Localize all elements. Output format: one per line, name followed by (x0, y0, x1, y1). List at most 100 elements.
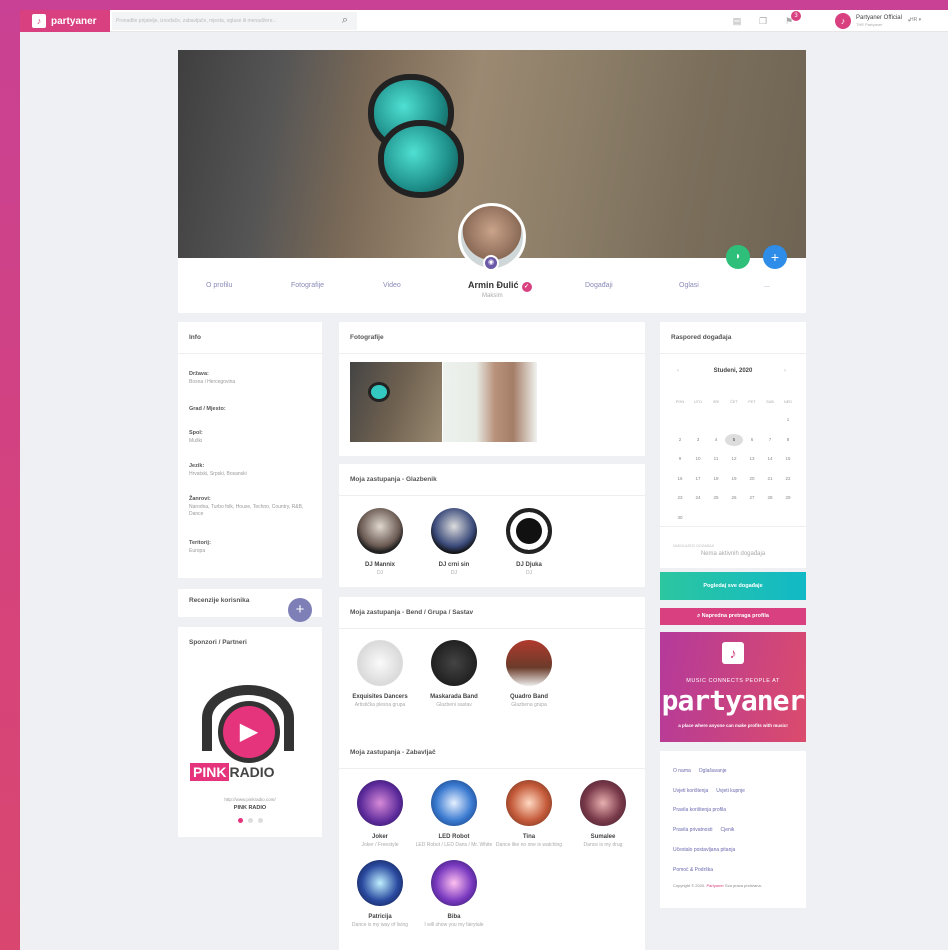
calendar-day[interactable]: 9 (671, 453, 689, 465)
calendar-day[interactable]: 28 (761, 492, 779, 504)
entertainer-avatar (357, 780, 403, 826)
calendar-day[interactable]: 5 (725, 433, 743, 446)
entertainer-item[interactable]: Joker Joker / Freestyle (341, 780, 419, 849)
footer-link[interactable]: Pravila privatnosti (673, 827, 712, 833)
tab-photos[interactable]: Fotografije (291, 282, 324, 289)
rss-follow-button[interactable]: ◗ (726, 245, 750, 269)
tab-more[interactable]: ... (764, 282, 770, 289)
logo-radio-text: RADIO (229, 764, 275, 780)
weekday-label: ČET (730, 400, 738, 404)
band-item[interactable]: Exquisites Dancers Artistička plesna grup… (341, 640, 419, 709)
info-city-label: Grad / Mjesto: (189, 406, 226, 412)
footer-link[interactable]: Pomoć & Podrška (673, 867, 713, 873)
musicians-title: Moja zastupanja - Glazbenik (339, 464, 645, 496)
calendar-day[interactable]: 18 (707, 473, 725, 485)
calendar-day[interactable]: 14 (761, 453, 779, 465)
tab-video[interactable]: Video (383, 282, 401, 289)
calendar-day[interactable]: 29 (779, 492, 797, 504)
calendar-day[interactable]: 17 (689, 473, 707, 485)
calendar-day[interactable]: 15 (779, 453, 797, 465)
calendar-day[interactable]: 2 (671, 434, 689, 446)
calendar-day[interactable]: 23 (671, 492, 689, 504)
band-item[interactable]: Maskarada Band Glazbeni sastav (415, 640, 493, 709)
partyaner-promo-banner[interactable]: ♪ MUSIC CONNECTS PEOPLE AT partyaner a p… (660, 632, 806, 742)
app-window: ♪ partyaner Pronađite prijatelje, izvođač… (20, 10, 948, 950)
messages-icon[interactable]: ❐ (757, 15, 769, 27)
footer-link[interactable]: Uvjeti korištenja (673, 788, 708, 794)
footer-link[interactable]: Oglašavanje (699, 768, 727, 774)
calendar-day[interactable]: 20 (743, 473, 761, 485)
calendar-day[interactable]: 1 (779, 414, 797, 426)
calendar-day[interactable]: 6 (743, 434, 761, 446)
advanced-search-button[interactable]: ⌕ Napredna pretraga profila (660, 608, 806, 625)
entertainer-role: Joker / Freestyle (361, 842, 399, 848)
add-review-button[interactable]: + (288, 598, 312, 622)
band-item[interactable]: Quadro Band Glazbena grupa (490, 640, 568, 709)
info-territory-value: Europa (189, 548, 206, 554)
entertainer-item[interactable]: Tina Dance like no one is watching (490, 780, 568, 849)
brand-logo[interactable]: ♪ partyaner (20, 10, 110, 32)
entertainer-item[interactable]: Sumalee Dance is my drug (564, 780, 642, 849)
camera-icon[interactable]: ◉ (483, 255, 499, 271)
calendar-day[interactable]: 3 (689, 434, 707, 446)
pink-radio-logo[interactable]: ▶ PINK RADIO (188, 677, 308, 792)
footer-link[interactable]: Cjenik (720, 827, 734, 833)
musician-item[interactable]: DJ Mannix DJ (341, 508, 419, 577)
musician-role: DJ (450, 570, 458, 576)
photo-thumbnail-1[interactable] (350, 362, 442, 442)
next-month-icon[interactable]: › (784, 368, 786, 374)
musician-item[interactable]: DJ Djuka DJ (490, 508, 568, 577)
calendar-day[interactable]: 21 (761, 473, 779, 485)
tab-about[interactable]: O profilu (206, 282, 232, 289)
tab-ads[interactable]: Oglasi (679, 282, 699, 289)
carousel-dot[interactable] (258, 818, 263, 823)
photo-thumbnail-2[interactable] (443, 362, 537, 442)
info-country-value: Bosna i Hercegovina (189, 379, 236, 385)
entertainer-name: Patricija (368, 914, 392, 920)
band-role: Glazbeni sastav (436, 702, 472, 708)
calendar-day[interactable]: 11 (707, 453, 725, 465)
calendar-day[interactable]: 8 (779, 434, 797, 446)
footer-link[interactable]: Učestalo postavljana pitanja (673, 847, 735, 853)
profile-header: ◉ ◗ + O profilu Fotografije Video Armin … (178, 50, 806, 313)
calendar-day[interactable]: 16 (671, 473, 689, 485)
brand-name: partyaner (51, 15, 97, 27)
calendar-day[interactable]: 4 (707, 434, 725, 446)
calendar-day[interactable]: 25 (707, 492, 725, 504)
calendar-day[interactable]: 22 (779, 473, 797, 485)
verified-icon: ✓ (521, 282, 532, 292)
sponsor-url[interactable]: http://www.pinkradio.com/ (178, 797, 322, 802)
news-icon[interactable]: ▤ (731, 15, 743, 27)
calendar-day[interactable]: 30 (671, 512, 689, 524)
calendar-day[interactable]: 19 (725, 473, 743, 485)
carousel-dots[interactable] (238, 818, 263, 823)
calendar-day[interactable]: 24 (689, 492, 707, 504)
calendar-day[interactable]: 27 (743, 492, 761, 504)
footer-link[interactable]: Uvjeti kupnje (716, 788, 745, 794)
musician-name: DJ Djuka (516, 562, 542, 568)
search-icon[interactable]: ⌕ (338, 13, 352, 27)
calendar-day[interactable]: 13 (743, 453, 761, 465)
calendar-day[interactable]: 12 (725, 453, 743, 465)
calendar-day[interactable]: 26 (725, 492, 743, 504)
entertainer-item[interactable]: Biba I will show you my fairytale (415, 860, 493, 929)
entertainer-name: Biba (447, 914, 461, 920)
tab-events[interactable]: Događaji (585, 282, 613, 289)
calendar-day[interactable]: 7 (761, 434, 779, 446)
user-subtitle: THE Partyaner (856, 22, 883, 27)
musician-item[interactable]: DJ crni sin DJ (415, 508, 493, 577)
entertainer-item[interactable]: Patricija Dance is my way of living (341, 860, 419, 929)
carousel-dot[interactable] (238, 818, 243, 823)
carousel-dot[interactable] (248, 818, 253, 823)
footer-link[interactable]: O nama (673, 768, 691, 774)
footer-link[interactable]: Pravila korištenja profila (673, 807, 726, 813)
language-selector[interactable]: HR ▾ (910, 17, 921, 23)
all-events-button[interactable]: Pogledaj sve događaje (660, 572, 806, 600)
add-friend-button[interactable]: + (763, 245, 787, 269)
calendar-day[interactable]: 10 (689, 453, 707, 465)
search-input[interactable]: Pronađite prijatelje, izvođače, zabavlja… (112, 12, 357, 30)
musician-avatar (357, 508, 403, 554)
user-menu[interactable]: ♪ Partyaner Official THE Partyaner ▾ (835, 12, 910, 30)
entertainer-item[interactable]: LED Robot LED Robot / LED Dans / Mr. Whit… (415, 780, 493, 849)
copyright-brand[interactable]: Partyaner (706, 883, 723, 888)
